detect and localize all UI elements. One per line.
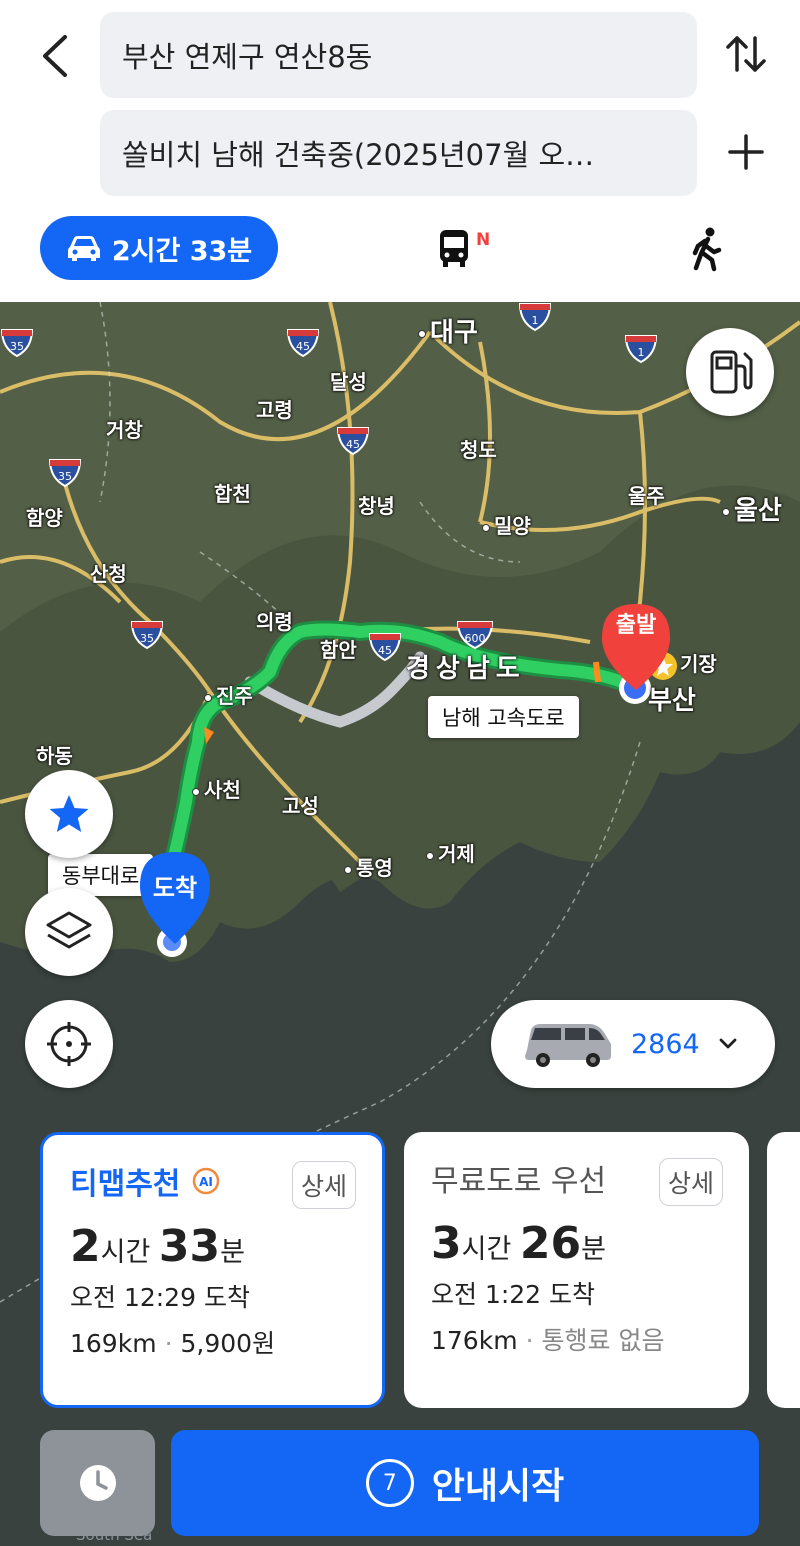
vehicle-number: 2864	[631, 1028, 700, 1060]
route-card-recommended[interactable]: 티맵추천 AI 상세 2시간 33분 오전 12:29 도착 169km · 5,9…	[40, 1132, 385, 1408]
route-card-free[interactable]: 무료도로 우선 상세 3시간 26분 오전 1:22 도착 176km · 통행료 …	[404, 1132, 749, 1408]
route-label-namhae: 남해 고속도로	[428, 696, 579, 738]
origin-field[interactable]: 부산 연제구 연산8동	[100, 12, 697, 98]
vehicle-selector[interactable]: 2864	[491, 1000, 775, 1088]
swap-button[interactable]	[716, 24, 776, 84]
clock-icon	[79, 1465, 116, 1501]
place-label: 함양	[26, 506, 63, 530]
map-layers-button[interactable]	[25, 888, 113, 976]
schedule-button[interactable]	[40, 1430, 155, 1536]
place-label: 기장	[680, 652, 717, 676]
place-label: 울산	[722, 490, 782, 527]
place-label: 밀양	[482, 510, 531, 539]
place-label: 대구	[418, 312, 478, 349]
countdown-indicator: 7	[365, 1459, 414, 1507]
route-duration: 2시간 33분	[70, 1221, 245, 1272]
place-label: 합천	[214, 482, 251, 506]
highway-number: 1	[532, 314, 539, 327]
car-icon	[67, 236, 100, 261]
route-arrival: 오전 12:29 도착	[70, 1283, 250, 1312]
route-search-header: 부산 연제구 연산8동 쏠비치 남해 건축중(2025년07월 오… 2시간 3…	[0, 0, 800, 302]
highway-shield: 45	[368, 633, 402, 662]
end-pin-label: 도착	[152, 874, 198, 902]
highway-number: 35	[140, 632, 154, 645]
place-label: 거제	[426, 838, 475, 867]
detail-button[interactable]: 상세	[658, 1158, 723, 1206]
highway-shield: 45	[286, 329, 320, 358]
van-icon	[525, 1024, 611, 1067]
add-waypoint-button[interactable]	[716, 122, 776, 182]
chevron-left-icon	[43, 35, 67, 77]
tab-transit[interactable]: N	[438, 228, 502, 272]
ai-icon: AI	[193, 1167, 220, 1195]
ai-badge-text: AI	[200, 1175, 214, 1189]
highway-shield: 35	[48, 459, 82, 488]
star-icon	[49, 795, 89, 832]
highway-number: 1	[638, 346, 645, 359]
crosshair-icon	[47, 1022, 91, 1066]
start-pin-label: 출발	[615, 613, 657, 638]
highway-number: 45	[378, 644, 392, 657]
highway-shield: 35	[130, 621, 164, 650]
tab-walk[interactable]	[684, 226, 730, 272]
tab-car[interactable]: 2시간 33분	[40, 216, 278, 280]
highway-number: 45	[296, 340, 310, 353]
place-label: 달성	[330, 370, 367, 394]
route-meta: 169km · 5,900원	[70, 1329, 276, 1358]
route-card-next[interactable]	[767, 1132, 800, 1408]
highway-shield: 1	[518, 303, 552, 332]
highway-number: 600	[465, 632, 486, 645]
highway-shield: 35	[0, 329, 34, 358]
place-label: 통영	[344, 852, 393, 881]
bus-icon	[440, 230, 468, 267]
highway-shield: 45	[336, 427, 370, 456]
route-arrival: 오전 1:22 도착	[431, 1280, 596, 1309]
route-title: 무료도로 우선	[431, 1164, 607, 1199]
fuel-pump-icon	[710, 350, 753, 394]
fuel-station-button[interactable]	[686, 328, 774, 416]
route-meta: 176km · 통행료 없음	[431, 1326, 665, 1355]
walk-icon	[692, 227, 722, 272]
place-label: 함안	[320, 638, 357, 662]
place-label: 고성	[282, 794, 319, 818]
route-duration: 3시간 26분	[431, 1218, 606, 1269]
place-label: 고령	[256, 398, 293, 422]
place-label: 하동	[36, 744, 73, 768]
back-button[interactable]	[30, 28, 78, 84]
place-label: 경상남도	[406, 654, 526, 684]
place-label: 거창	[106, 418, 143, 442]
swap-arrows-icon	[726, 36, 766, 72]
highway-number: 45	[346, 438, 360, 451]
current-location-button[interactable]	[25, 1000, 113, 1088]
place-label: 울주	[628, 484, 665, 508]
start-guidance-button[interactable]: 7 안내시작	[171, 1430, 759, 1536]
place-label: 청도	[460, 438, 497, 462]
place-label: 사천	[192, 774, 241, 803]
place-label: 산청	[90, 562, 127, 586]
place-label: 진주	[204, 680, 253, 709]
car-duration: 2시간 33분	[111, 235, 253, 267]
route-title: 티맵추천	[70, 1167, 181, 1202]
highway-number: 35	[58, 470, 72, 483]
plus-icon	[728, 134, 764, 170]
new-badge: N	[476, 230, 491, 250]
detail-button[interactable]: 상세	[291, 1161, 356, 1209]
start-guidance-label: 안내시작	[431, 1466, 565, 1507]
favorites-button[interactable]	[25, 770, 113, 858]
highway-shield: 1	[624, 335, 658, 364]
chevron-down-icon	[719, 1038, 737, 1049]
place-label: 의령	[256, 610, 293, 634]
highway-shield: 600	[456, 621, 494, 650]
route-map[interactable]: 35 45 1 45 35 35 45 600 1 대구 달성 고령 거창 합천…	[0, 302, 800, 1546]
place-label: 창녕	[358, 494, 395, 518]
destination-field[interactable]: 쏠비치 남해 건축중(2025년07월 오…	[100, 110, 697, 196]
layers-icon	[46, 911, 92, 949]
highway-number: 35	[10, 340, 24, 353]
